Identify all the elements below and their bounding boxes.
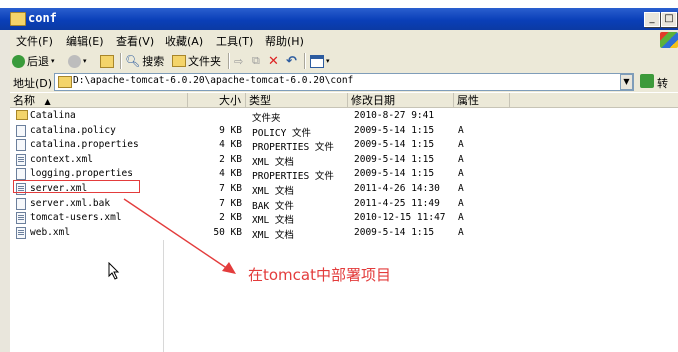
annotation-text: 在tomcat中部署项目: [248, 266, 391, 284]
pane-divider: [163, 240, 164, 352]
mouse-cursor-icon: [108, 262, 120, 280]
annotation-arrow: [123, 198, 236, 274]
